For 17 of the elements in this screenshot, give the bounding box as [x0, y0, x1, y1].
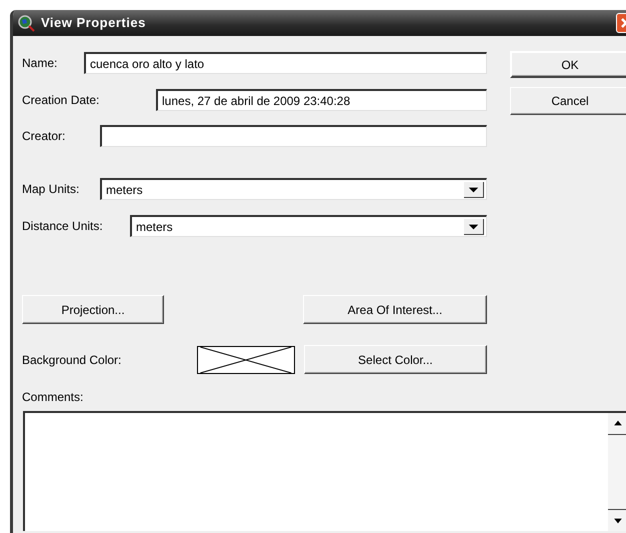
text-field[interactable]: cuenca oro alto y lato — [84, 52, 487, 74]
dropdown[interactable]: meters — [130, 215, 487, 237]
comments-label: Comments: — [22, 389, 84, 406]
select-color-button[interactable]: Select Color... — [304, 345, 487, 374]
field-label: Creation Date: — [22, 92, 100, 109]
window-title: View Properties — [41, 14, 147, 32]
cancel-button[interactable]: Cancel — [510, 87, 626, 115]
ok-button[interactable]: OK — [510, 51, 626, 78]
field-label: Creator: — [22, 128, 66, 145]
projection-button[interactable]: Projection... — [22, 295, 164, 324]
area-of-interest-button[interactable]: Area Of Interest... — [303, 295, 487, 324]
field-label: Name: — [22, 55, 58, 72]
text-field[interactable]: lunes, 27 de abril de 2009 23:40:28 — [156, 89, 487, 111]
dropdown[interactable]: meters — [100, 178, 487, 200]
select-label: Map Units: — [22, 181, 80, 198]
background-color-label: Background Color: — [22, 352, 122, 368]
select-label: Distance Units: — [22, 218, 104, 235]
